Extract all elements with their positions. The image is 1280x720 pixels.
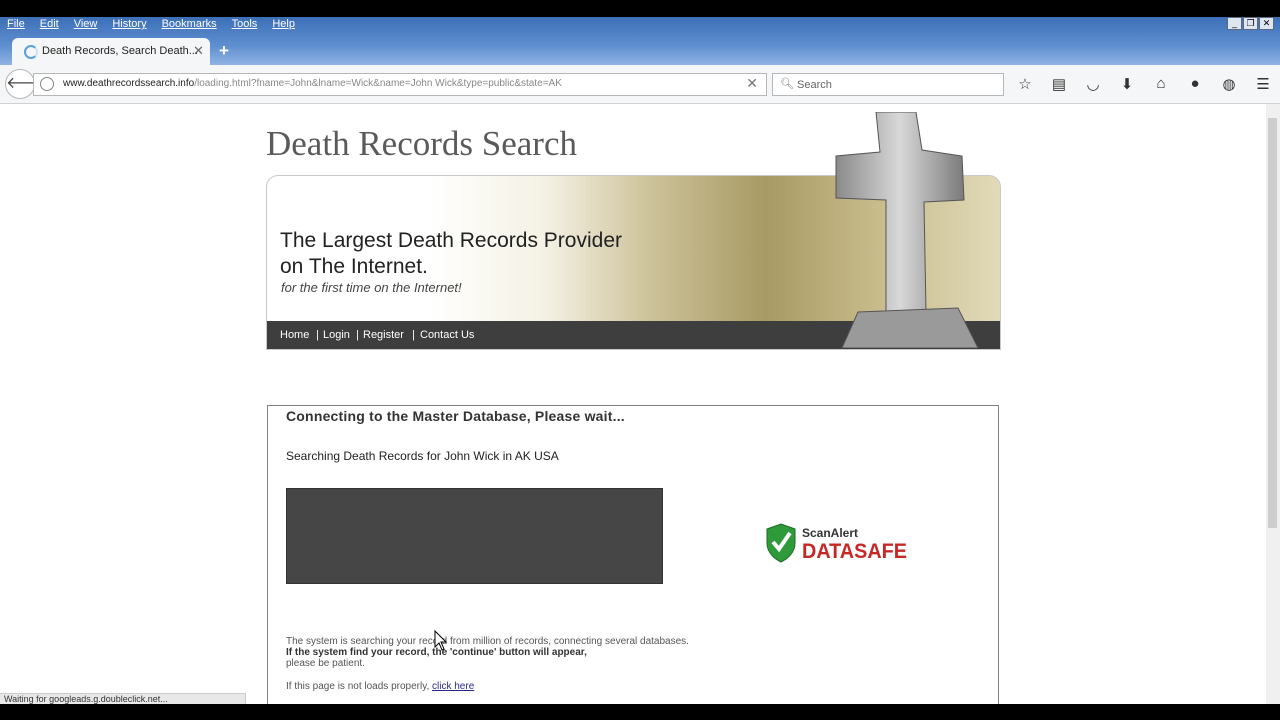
address-path: /loading.html?fname=John&lname=Wick&name… (194, 78, 562, 89)
menu-help[interactable]: Help (272, 17, 295, 33)
banner-subline: for the first time on the Internet! (281, 280, 462, 295)
address-domain: www.deathrecordssearch.info (63, 78, 195, 89)
screen-top-bar (0, 0, 1280, 17)
nav-home-link[interactable]: Home (280, 329, 309, 341)
window-controls: _ ❐ ✕ (1227, 17, 1274, 30)
back-button[interactable]: 🡐 (5, 69, 49, 99)
badge-scanalert-text: ScanAlert (802, 526, 858, 540)
bookmark-star-icon[interactable]: ☆ (1015, 75, 1035, 93)
pocket-icon[interactable]: ◡ (1083, 75, 1103, 93)
menu-view[interactable]: View (74, 17, 98, 33)
reading-list-icon[interactable]: ▤ (1049, 75, 1069, 93)
tab-title: Death Records, Search Death... (42, 45, 198, 57)
scrollbar-thumb[interactable] (1268, 118, 1277, 528)
hamburger-menu-icon[interactable]: ☰ (1253, 75, 1273, 93)
downloads-icon[interactable]: ⬇ (1117, 75, 1137, 93)
nav-register-link[interactable]: Register (363, 329, 404, 341)
banner-headline: The Largest Death Records Provider on Th… (280, 228, 622, 280)
loading-spinner-icon (24, 45, 38, 59)
home-icon[interactable]: ⌂ (1151, 75, 1171, 93)
chat-icon[interactable]: ● (1185, 75, 1205, 93)
search-placeholder: Search (797, 79, 832, 91)
address-bar[interactable]: www.deathrecordssearch.info/loading.html… (33, 73, 767, 96)
search-icon: 🔍︎ (780, 78, 794, 90)
loading-panel: Connecting to the Master Database, Pleas… (267, 405, 999, 704)
menu-tools[interactable]: Tools (232, 17, 258, 33)
stone-cross-image (835, 112, 979, 348)
info-paragraph: The system is searching your record from… (286, 636, 689, 669)
tab-close-icon[interactable]: ✕ (193, 43, 204, 59)
nav-separator: | (356, 329, 359, 341)
badge-datasafe-text: DATASAFE (802, 540, 907, 563)
addon-icon[interactable]: ◍ (1219, 75, 1239, 93)
menu-history[interactable]: History (112, 17, 146, 33)
nav-separator: | (412, 329, 415, 341)
nav-contact-link[interactable]: Contact Us (420, 329, 474, 341)
click-here-link[interactable]: click here (432, 681, 474, 692)
close-window-button[interactable]: ✕ (1259, 17, 1274, 30)
fallback-line: If this page is not loads properly, clic… (286, 681, 474, 692)
restore-button[interactable]: ❐ (1243, 17, 1258, 30)
menu-edit[interactable]: Edit (40, 17, 59, 33)
browser-tab[interactable]: Death Records, Search Death... ✕ (12, 38, 210, 65)
mouse-cursor-icon (434, 630, 448, 651)
address-url: www.deathrecordssearch.info/loading.html… (63, 78, 562, 89)
search-progress-area (286, 488, 663, 584)
banner-headline-line1: The Largest Death Records Provider (280, 229, 622, 252)
new-tab-button[interactable]: + (219, 41, 229, 61)
nav-separator: | (316, 329, 319, 341)
banner-headline-line2: on The Internet. (280, 255, 428, 278)
menu-file[interactable]: File (7, 17, 25, 33)
site-title: Death Records Search (266, 124, 577, 163)
datasafe-badge: ScanAlert DATASAFE (766, 523, 907, 563)
screen-bottom-bar (0, 704, 1280, 720)
search-bar[interactable]: 🔍︎ Search (772, 73, 1004, 96)
page-content: Death Records Search The Largest Death R… (0, 104, 1266, 704)
connecting-heading: Connecting to the Master Database, Pleas… (286, 408, 625, 424)
vertical-scrollbar[interactable] (1266, 104, 1280, 704)
stop-loading-icon[interactable]: ✕ (746, 75, 758, 92)
menu-bookmarks[interactable]: Bookmarks (162, 17, 217, 33)
fallback-text: If this page is not loads properly, (286, 681, 430, 692)
globe-icon (40, 77, 54, 91)
info-line3: please be patient. (286, 658, 365, 669)
menu-bar: File Edit View History Bookmarks Tools H… (0, 17, 303, 33)
info-line1: The system is searching your record from… (286, 636, 689, 647)
searching-text: Searching Death Records for John Wick in… (286, 449, 559, 463)
toolbar-icons: ☆ ▤ ◡ ⬇ ⌂ ● ◍ ☰ (1015, 75, 1273, 93)
nav-login-link[interactable]: Login (323, 329, 350, 341)
minimize-button[interactable]: _ (1227, 17, 1242, 30)
